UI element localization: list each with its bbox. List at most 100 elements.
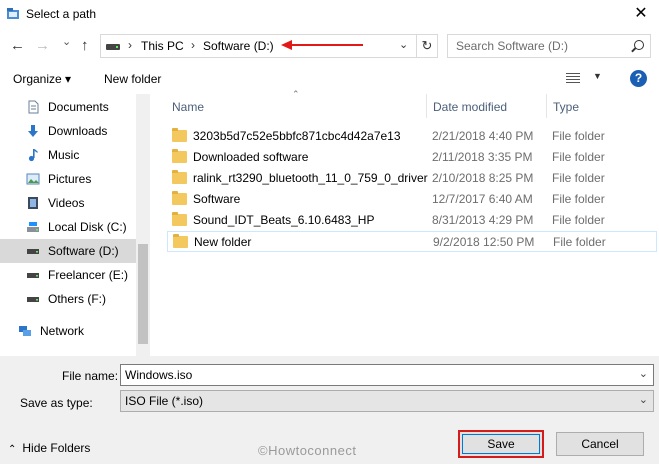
sidebar-item-label: Downloads (48, 124, 108, 138)
sidebar-item-label: Music (48, 148, 80, 162)
save-button-label: Save (487, 437, 515, 451)
chevron-down-icon[interactable]: ⌄ (399, 38, 408, 51)
sidebar-item-software-d[interactable]: Software (D:) (0, 239, 136, 263)
watermark: ©Howtoconnect (258, 443, 357, 458)
downloads-icon (28, 125, 38, 137)
file-name: ralink_rt3290_bluetooth_11_0_759_0_drive… (193, 171, 428, 185)
file-date: 8/31/2013 4:29 PM (432, 213, 534, 227)
file-name-label: File name: (62, 369, 119, 383)
file-type: File folder (552, 150, 605, 164)
navigation-pane: Documents Downloads Music Pictures Video… (0, 94, 150, 356)
folder-icon (172, 191, 187, 205)
music-icon (28, 149, 38, 162)
file-date: 2/21/2018 4:40 PM (432, 129, 534, 143)
column-divider[interactable] (546, 94, 547, 118)
chevron-down-icon[interactable]: ⌄ (639, 393, 648, 406)
refresh-button[interactable]: ↻ (417, 34, 438, 58)
file-name: 3203b5d7c52e5bbfc871cbc4d42a7e13 (193, 129, 401, 143)
address-bar[interactable]: › This PC › Software (D:) ⌄ (100, 34, 417, 58)
close-button[interactable]: ✕ (623, 0, 659, 30)
file-name: Sound_IDT_Beats_6.10.6483_HP (193, 213, 375, 227)
view-dropdown-icon[interactable]: ▼ (593, 71, 602, 81)
list-item[interactable]: Downloaded software 2/11/2018 3:35 PM Fi… (167, 147, 657, 168)
list-item[interactable]: New folder 9/2/2018 12:50 PM File folder (167, 231, 657, 252)
search-box[interactable] (447, 34, 651, 58)
search-icon (634, 40, 644, 50)
list-item[interactable]: ralink_rt3290_bluetooth_11_0_759_0_drive… (167, 168, 657, 189)
hide-folders-button[interactable]: ⌃ Hide Folders (8, 441, 90, 455)
folder-icon (172, 128, 187, 142)
drive-icon (27, 297, 39, 302)
recent-locations-icon[interactable]: ⌄ (62, 35, 71, 49)
drive-icon (27, 273, 39, 278)
sidebar-item-label: Videos (48, 196, 85, 210)
sidebar-item-label: Freelancer (E:) (48, 268, 129, 282)
column-header-name[interactable]: Name (172, 100, 204, 114)
sidebar-item-documents[interactable]: Documents (0, 95, 136, 119)
sidebar-scrollbar[interactable] (136, 94, 150, 356)
app-icon (7, 8, 19, 19)
sidebar-item-label: Others (F:) (48, 292, 107, 306)
sidebar-item-network[interactable]: Network (0, 319, 136, 343)
file-name: Software (193, 192, 241, 206)
save-button[interactable]: Save (458, 430, 544, 458)
annotation-arrow (291, 44, 363, 46)
sidebar-item-local-disk-c[interactable]: Local Disk (C:) (0, 215, 136, 239)
breadcrumb-separator: › (191, 38, 195, 52)
new-folder-button[interactable]: New folder (104, 72, 161, 86)
title-bar: Select a path ✕ (0, 0, 659, 30)
file-date: 9/2/2018 12:50 PM (433, 235, 535, 249)
sidebar-item-pictures[interactable]: Pictures (0, 167, 136, 191)
sidebar-item-label: Local Disk (C:) (48, 220, 127, 234)
column-header-date[interactable]: Date modified (433, 100, 507, 114)
folder-icon (172, 170, 187, 184)
file-name: New folder (194, 235, 252, 249)
folder-icon (173, 234, 188, 248)
cancel-button[interactable]: Cancel (556, 432, 644, 456)
back-arrow-icon[interactable]: ← (10, 38, 25, 53)
file-list: ⌃ Name Date modified Type 3203b5d7c52e5b… (151, 89, 659, 356)
file-name: Downloaded software (193, 150, 309, 164)
sidebar-item-label: Documents (48, 100, 109, 114)
save-type-value: ISO File (*.iso) (125, 394, 204, 408)
videos-icon (28, 197, 38, 209)
file-name-value: Windows.iso (125, 368, 193, 382)
up-arrow-icon[interactable]: ↑ (81, 38, 89, 53)
file-type: File folder (552, 171, 605, 185)
organize-button[interactable]: Organize ▾ (13, 72, 71, 86)
file-date: 12/7/2017 6:40 AM (432, 192, 533, 206)
view-options-icon[interactable] (566, 72, 580, 84)
scrollbar-thumb[interactable] (138, 244, 148, 344)
search-input[interactable] (456, 36, 626, 56)
chevron-down-icon[interactable]: ⌄ (639, 367, 648, 380)
breadcrumb-this-pc[interactable]: This PC (141, 39, 184, 53)
file-type: File folder (553, 235, 606, 249)
file-name-field[interactable]: Windows.iso ⌄ (120, 364, 654, 386)
column-divider[interactable] (426, 94, 427, 118)
list-item[interactable]: Software 12/7/2017 6:40 AM File folder (167, 189, 657, 210)
file-type: File folder (552, 129, 605, 143)
window-title: Select a path (26, 7, 97, 21)
annotation-arrow-head (281, 40, 292, 50)
list-item[interactable]: Sound_IDT_Beats_6.10.6483_HP 8/31/2013 4… (167, 210, 657, 231)
file-type: File folder (552, 192, 605, 206)
pictures-icon (26, 173, 40, 185)
forward-arrow-icon[interactable]: → (35, 38, 50, 53)
documents-icon (28, 100, 39, 114)
file-date: 2/10/2018 8:25 PM (432, 171, 534, 185)
breadcrumb-software-d[interactable]: Software (D:) (203, 39, 274, 53)
sidebar-item-videos[interactable]: Videos (0, 191, 136, 215)
sidebar-item-freelancer-e[interactable]: Freelancer (E:) (0, 263, 136, 287)
help-icon[interactable]: ? (630, 70, 647, 87)
sidebar-item-others-f[interactable]: Others (F:) (0, 287, 136, 311)
sidebar-item-downloads[interactable]: Downloads (0, 119, 136, 143)
column-header-type[interactable]: Type (553, 100, 579, 114)
command-bar: Organize ▾ New folder (0, 66, 659, 92)
drive-icon (106, 44, 120, 50)
list-item[interactable]: 3203b5d7c52e5bbfc871cbc4d42a7e13 2/21/20… (167, 126, 657, 147)
network-icon (19, 326, 31, 336)
sidebar-item-music[interactable]: Music (0, 143, 136, 167)
save-type-select[interactable]: ISO File (*.iso) ⌄ (120, 390, 654, 412)
hide-folders-label: Hide Folders (22, 441, 91, 455)
breadcrumb-separator: › (128, 38, 132, 52)
